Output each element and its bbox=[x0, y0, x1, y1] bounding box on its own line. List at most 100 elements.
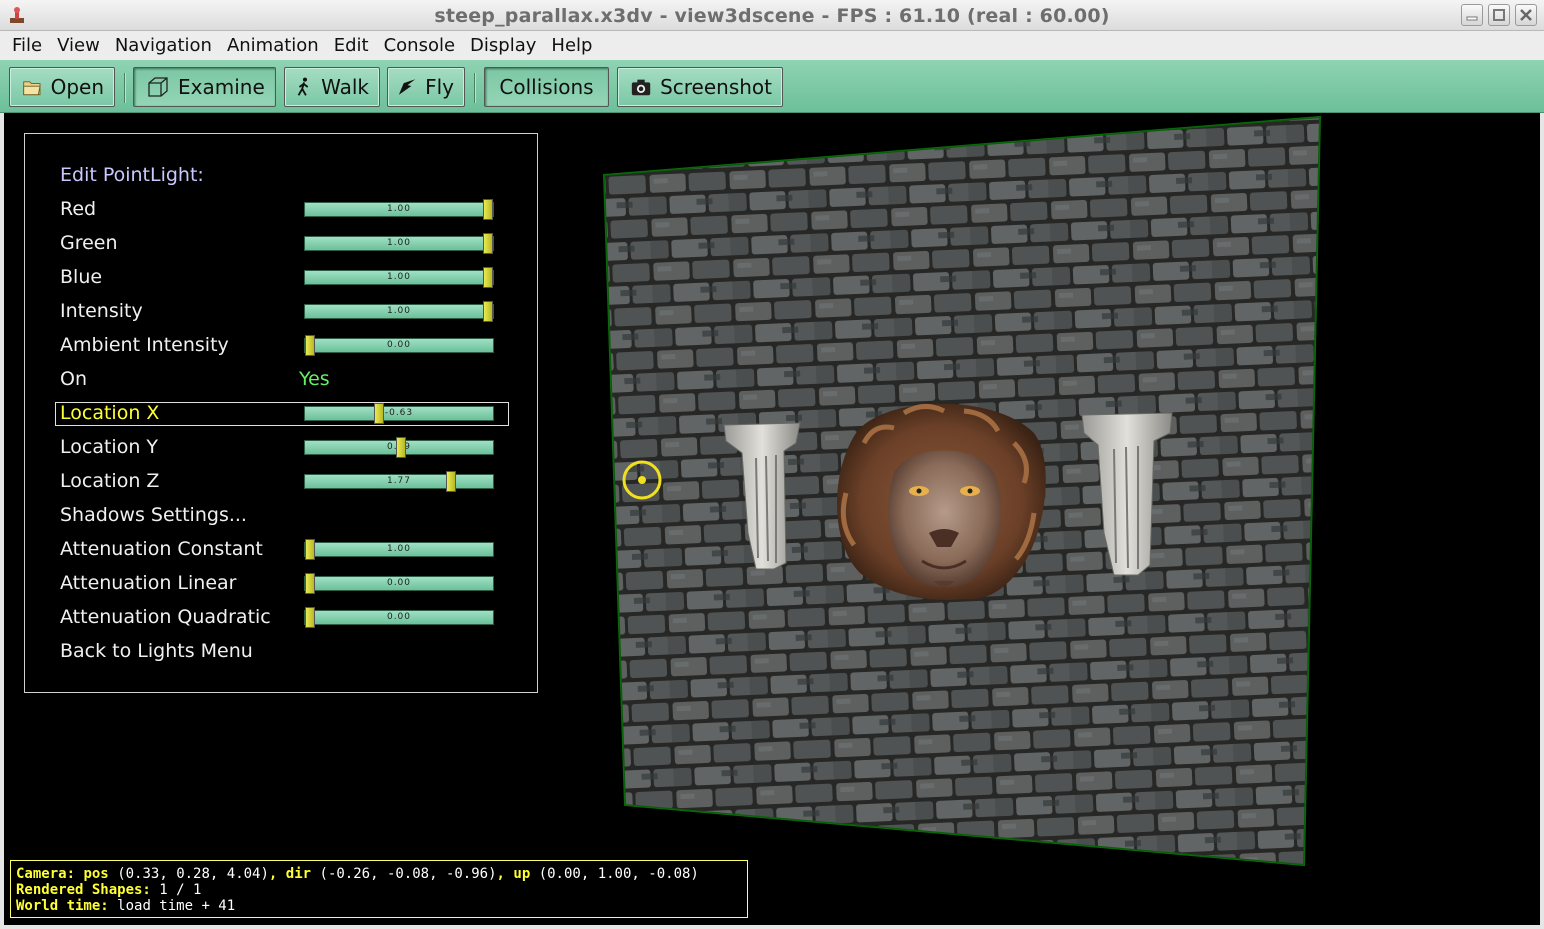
slider-thumb[interactable] bbox=[374, 403, 384, 424]
camera-icon bbox=[631, 79, 651, 96]
time-key: World time: bbox=[16, 898, 109, 914]
shapes-line: Rendered Shapes: 1 / 1 bbox=[16, 882, 747, 898]
row-label: Ambient Intensity bbox=[60, 334, 229, 356]
title-bar: steep_parallax.x3dv - view3dscene - FPS … bbox=[0, 0, 1544, 31]
attenuation-linear-slider[interactable]: 0.00 bbox=[304, 573, 494, 594]
fly-button[interactable]: Fly bbox=[387, 67, 465, 107]
slider-thumb[interactable] bbox=[305, 573, 315, 594]
intensity-slider[interactable]: 1.00 bbox=[304, 301, 494, 322]
row-location-y[interactable]: Location Y 0.09 bbox=[55, 436, 509, 460]
menu-edit[interactable]: Edit bbox=[326, 35, 377, 56]
attenuation-quadratic-slider[interactable]: 0.00 bbox=[304, 607, 494, 628]
row-location-x[interactable]: Location X -0.63 bbox=[55, 402, 509, 426]
minimize-icon bbox=[1466, 16, 1478, 21]
menu-file[interactable]: File bbox=[4, 35, 50, 56]
row-label: Intensity bbox=[60, 300, 143, 322]
row-attenuation-linear[interactable]: Attenuation Linear 0.00 bbox=[55, 572, 509, 596]
fly-label: Fly bbox=[425, 75, 454, 99]
menu-display[interactable]: Display bbox=[462, 35, 544, 56]
row-ambient-intensity[interactable]: Ambient Intensity 0.00 bbox=[55, 334, 509, 358]
menu-view[interactable]: View bbox=[49, 35, 108, 56]
slider-thumb[interactable] bbox=[446, 471, 456, 492]
attenuation-constant-slider[interactable]: 1.00 bbox=[304, 539, 494, 560]
3d-viewport[interactable]: Edit PointLight: Red 1.00 Green 1.00 Blu… bbox=[4, 113, 1540, 925]
slider-thumb[interactable] bbox=[483, 301, 493, 322]
pos-key: pos bbox=[83, 866, 109, 882]
up-value: (0.00, 1.00, -0.08) bbox=[538, 866, 699, 882]
open-label: Open bbox=[50, 75, 104, 99]
row-label: Green bbox=[60, 232, 118, 254]
screenshot-button[interactable]: Screenshot bbox=[617, 67, 783, 107]
shapes-value: 1 / 1 bbox=[159, 882, 202, 898]
menu-animation[interactable]: Animation bbox=[219, 35, 327, 56]
slider-value: 1.00 bbox=[386, 204, 412, 214]
row-attenuation-constant[interactable]: Attenuation Constant 1.00 bbox=[55, 538, 509, 562]
examine-button[interactable]: Examine bbox=[133, 67, 276, 107]
panel-title: Edit PointLight: bbox=[60, 164, 204, 186]
row-intensity[interactable]: Intensity 1.00 bbox=[55, 300, 509, 324]
row-label: On bbox=[60, 368, 87, 390]
examine-label: Examine bbox=[178, 75, 265, 99]
row-label: Location Z bbox=[60, 470, 160, 492]
up-key: up bbox=[513, 866, 531, 882]
status-info-box: Camera: pos (0.33, 0.28, 4.04), dir (-0.… bbox=[10, 860, 748, 918]
camera-line: Camera: pos (0.33, 0.28, 4.04), dir (-0.… bbox=[16, 866, 699, 882]
maximize-button[interactable] bbox=[1488, 4, 1510, 26]
slider-thumb[interactable] bbox=[305, 539, 315, 560]
row-label: Attenuation Constant bbox=[60, 538, 263, 560]
slider-thumb[interactable] bbox=[305, 335, 315, 356]
row-on[interactable]: On Yes bbox=[55, 368, 509, 392]
slider-value: 1.00 bbox=[386, 272, 412, 282]
collisions-button[interactable]: Collisions bbox=[484, 67, 609, 107]
row-attenuation-quadratic[interactable]: Attenuation Quadratic 0.00 bbox=[55, 606, 509, 630]
row-green[interactable]: Green 1.00 bbox=[55, 232, 509, 256]
slider-thumb[interactable] bbox=[483, 267, 493, 288]
folder-icon bbox=[23, 81, 41, 96]
camera-key: Camera: bbox=[16, 866, 76, 882]
row-label: Location Y bbox=[60, 436, 159, 458]
open-button[interactable]: Open bbox=[9, 67, 115, 107]
dir-value: (-0.26, -0.08, -0.96) bbox=[319, 866, 497, 882]
row-label: Blue bbox=[60, 266, 103, 288]
collisions-label: Collisions bbox=[499, 75, 594, 99]
window-frame bbox=[1540, 113, 1544, 929]
green-slider[interactable]: 1.00 bbox=[304, 233, 494, 254]
slider-value: 1.00 bbox=[386, 238, 412, 248]
slider-thumb[interactable] bbox=[483, 233, 493, 254]
location-y-slider[interactable]: 0.09 bbox=[304, 437, 494, 458]
walk-button[interactable]: Walk bbox=[284, 67, 380, 107]
time-value: load time + 41 bbox=[117, 898, 236, 914]
slider-value: 0.00 bbox=[386, 340, 412, 350]
row-back-to-lights-menu[interactable]: Back to Lights Menu bbox=[55, 640, 509, 664]
row-label: Shadows Settings... bbox=[60, 504, 247, 526]
red-slider[interactable]: 1.00 bbox=[304, 199, 494, 220]
walk-label: Walk bbox=[321, 75, 369, 99]
menu-bar: File View Navigation Animation Edit Cons… bbox=[0, 31, 1544, 60]
close-button[interactable] bbox=[1515, 4, 1537, 26]
row-label: Attenuation Linear bbox=[60, 572, 237, 594]
location-x-slider[interactable]: -0.63 bbox=[304, 403, 494, 424]
row-label: Attenuation Quadratic bbox=[60, 606, 271, 628]
slider-thumb[interactable] bbox=[305, 607, 315, 628]
menu-help[interactable]: Help bbox=[543, 35, 600, 56]
blue-slider[interactable]: 1.00 bbox=[304, 267, 494, 288]
location-z-slider[interactable]: 1.77 bbox=[304, 471, 494, 492]
on-toggle-value[interactable]: Yes bbox=[299, 368, 330, 390]
maximize-icon bbox=[1493, 9, 1505, 21]
toolbar-separator bbox=[474, 73, 476, 103]
menu-console[interactable]: Console bbox=[376, 35, 463, 56]
row-blue[interactable]: Blue 1.00 bbox=[55, 266, 509, 290]
close-icon bbox=[1520, 9, 1532, 21]
ambient-intensity-slider[interactable]: 0.00 bbox=[304, 335, 494, 356]
slider-value: 1.00 bbox=[386, 306, 412, 316]
screenshot-label: Screenshot bbox=[660, 75, 772, 99]
shapes-key: Rendered Shapes: bbox=[16, 882, 151, 898]
slider-thumb[interactable] bbox=[396, 437, 406, 458]
cube-icon bbox=[148, 77, 168, 97]
row-location-z[interactable]: Location Z 1.77 bbox=[55, 470, 509, 494]
row-shadows-settings[interactable]: Shadows Settings... bbox=[55, 504, 509, 528]
row-red[interactable]: Red 1.00 bbox=[55, 198, 509, 222]
menu-navigation[interactable]: Navigation bbox=[107, 35, 220, 56]
slider-thumb[interactable] bbox=[483, 199, 493, 220]
minimize-button[interactable] bbox=[1461, 4, 1483, 26]
